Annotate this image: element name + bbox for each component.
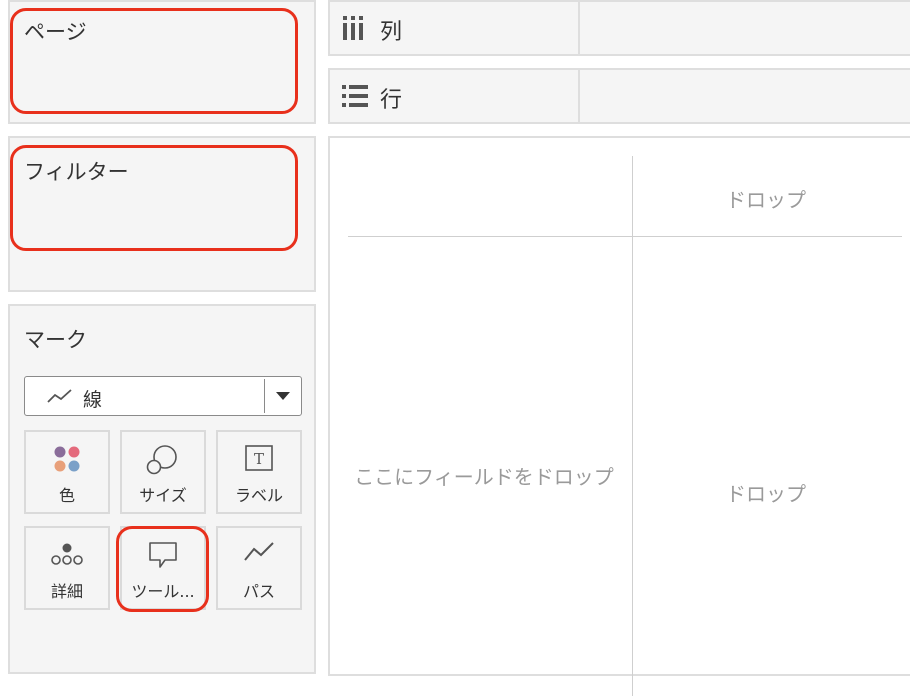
- detail-dots-icon: [51, 543, 83, 565]
- dropdown-separator: [264, 379, 265, 413]
- canvas-horizontal-line: [348, 236, 902, 237]
- label-button[interactable]: T ラベル: [216, 430, 302, 514]
- size-button[interactable]: サイズ: [120, 430, 206, 514]
- color-button[interactable]: 色: [24, 430, 110, 514]
- columns-icon: [343, 16, 363, 40]
- drop-zone-center[interactable]: ドロップ: [633, 478, 899, 507]
- path-line-icon: [244, 542, 274, 561]
- drop-zone-top[interactable]: ドロップ: [633, 184, 899, 213]
- detail-button[interactable]: 詳細: [24, 526, 110, 610]
- mark-type-dropdown[interactable]: 線: [24, 376, 302, 416]
- chevron-down-icon[interactable]: [276, 392, 290, 401]
- columns-label: 列: [380, 20, 403, 45]
- rows-divider: [578, 70, 580, 122]
- svg-text:T: T: [254, 450, 264, 468]
- color-dots-icon: [54, 446, 80, 472]
- filters-title: フィルター: [24, 160, 129, 184]
- path-button[interactable]: パス: [216, 526, 302, 610]
- mark-type-label: 線: [83, 389, 103, 411]
- columns-divider: [578, 2, 580, 54]
- size-label: サイズ: [139, 486, 187, 505]
- tooltip-label: ツール...: [131, 582, 195, 601]
- rows-label: 行: [380, 88, 403, 113]
- text-label-icon: T: [245, 445, 273, 471]
- canvas: ドロップ ここにフィールドをドロップ ドロップ: [328, 136, 910, 696]
- drop-zone-left[interactable]: ここにフィールドをドロップ: [352, 460, 616, 494]
- rows-shelf[interactable]: 行: [328, 68, 910, 124]
- pages-title: ページ: [24, 20, 87, 44]
- marks-panel: マーク 線 色 サイズ T ラベル 詳細 ツール... パス: [8, 304, 316, 674]
- filters-panel[interactable]: フィルター: [8, 136, 316, 292]
- tooltip-button[interactable]: ツール...: [120, 526, 206, 610]
- canvas-vertical-line: [632, 156, 633, 696]
- columns-shelf[interactable]: 列: [328, 0, 910, 56]
- size-circles-icon: [146, 445, 177, 475]
- label-label: ラベル: [234, 486, 283, 505]
- line-chart-icon: [47, 389, 72, 403]
- rows-icon: [342, 85, 368, 107]
- tooltip-icon: [149, 542, 177, 568]
- marks-title: マーク: [24, 328, 87, 352]
- pages-panel[interactable]: ページ: [8, 0, 316, 124]
- path-label: パス: [242, 582, 275, 601]
- detail-label: 詳細: [50, 582, 83, 601]
- color-label: 色: [58, 486, 75, 505]
